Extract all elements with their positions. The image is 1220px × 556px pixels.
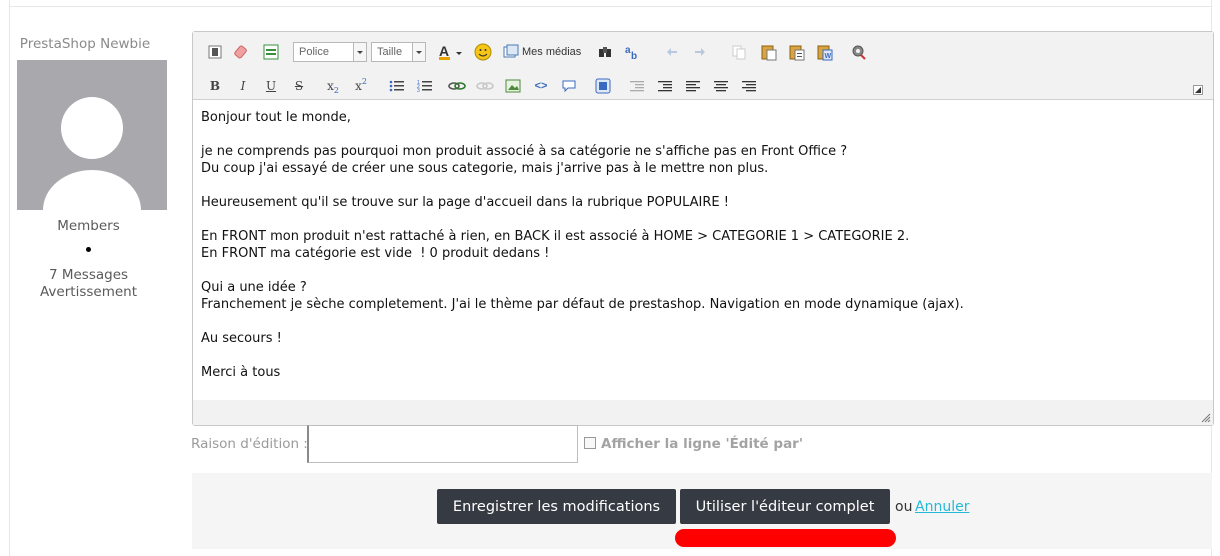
page-left-border [0,0,10,556]
media-button[interactable]: Mes médias [503,42,583,62]
bullet-list-icon[interactable] [387,76,407,96]
save-changes-button[interactable]: Enregistrer les modifications [437,489,676,524]
chevron-down-icon [353,43,366,61]
spoiler-icon[interactable] [593,76,613,96]
editor-line: je ne comprends pas pourquoi mon produit… [201,144,848,159]
copy-icon[interactable] [729,42,749,62]
or-text: ou [895,499,913,515]
align-center-icon[interactable] [711,76,731,96]
italic-icon[interactable]: I [233,76,253,96]
undo-icon[interactable] [663,42,683,62]
font-family-select[interactable]: Police [293,42,367,62]
user-messages-count: 7 Messages [48,267,129,283]
editor-line: Heureusement qu'il se trouve sur la page… [201,195,729,210]
settings-icon[interactable] [849,42,869,62]
editor-line: Merci à tous [201,365,281,380]
template-icon[interactable] [261,42,281,62]
align-left-icon[interactable] [683,76,703,96]
indent-icon[interactable] [627,76,647,96]
svg-text:A: A [439,43,449,59]
cancel-link[interactable]: Annuler [915,499,969,515]
show-edited-option[interactable]: Afficher la ligne 'Édité par' [584,436,803,452]
unlink-icon[interactable] [475,76,495,96]
align-right-icon[interactable] [739,76,759,96]
editor-line: Bonjour tout le monde, [201,110,351,125]
font-family-value: Police [299,46,329,58]
editor-line: Qui a une idée ? [201,280,307,295]
svg-text:3: 3 [417,88,420,93]
outdent-icon[interactable] [655,76,675,96]
strikethrough-icon[interactable]: S [289,76,309,96]
editor-line: Au secours ! [201,331,282,346]
avatar-body-shape [43,170,141,210]
show-edited-checkbox[interactable] [584,437,596,449]
eraser-icon[interactable] [231,42,251,62]
user-panel: PrestaShop Newbie Members 7 Messages Ave… [10,30,167,301]
bold-icon[interactable]: B [205,76,225,96]
edit-reason-label: Raison d'édition : [191,436,308,452]
redo-icon[interactable] [689,42,709,62]
top-divider [9,0,1212,7]
user-group: Members [57,218,120,234]
superscript-icon[interactable]: x2 [351,76,371,96]
resize-handle-icon[interactable] [1201,413,1211,423]
font-color-icon[interactable]: A [437,42,465,62]
avatar-head-shape [61,97,123,159]
editor-line: Franchement je sèche completement. J'ai … [201,297,964,312]
image-icon[interactable] [503,76,523,96]
spellcheck-icon[interactable]: ab [623,42,643,62]
svg-text:W: W [825,53,832,60]
toolbar-collapse-icon[interactable] [1191,80,1205,100]
editor-content-area[interactable]: Bonjour tout le monde, je ne comprends p… [193,100,1213,400]
editor-line: En FRONT mon produit n'est rattaché à ri… [201,229,910,244]
underline-icon[interactable]: U [261,76,281,96]
paste-icon[interactable] [759,42,779,62]
font-size-select[interactable]: Taille [371,42,426,62]
media-icon [503,44,519,58]
rich-text-editor: Police Taille A Mes médias ab W B I U S … [192,31,1214,426]
username[interactable]: PrestaShop Newbie [10,36,160,52]
user-warning: Avertissement [39,284,137,300]
media-label: Mes médias [522,46,582,58]
emoticon-icon[interactable] [473,42,493,62]
editor-footer [193,400,1213,425]
source-icon[interactable] [205,42,225,62]
chevron-down-icon [412,43,425,61]
edit-reason-input[interactable] [307,425,578,463]
editor-line: En FRONT ma catégorie est vide ! 0 produ… [201,246,550,261]
highlight-annotation [675,529,896,547]
separator-bullet [85,247,91,252]
full-editor-button[interactable]: Utiliser l'éditeur complet [680,489,890,524]
editor-toolbar: Police Taille A Mes médias ab W B I U S … [193,32,1213,100]
paste-text-icon[interactable] [787,42,807,62]
link-icon[interactable] [447,76,467,96]
numbered-list-icon[interactable]: 123 [415,76,435,96]
show-edited-label[interactable]: Afficher la ligne 'Édité par' [601,436,803,452]
editor-line: Du coup j'ai essayé de créer une sous ca… [201,161,769,176]
paste-word-icon[interactable]: W [815,42,835,62]
code-icon[interactable]: <> [531,76,551,96]
quote-icon[interactable] [559,76,579,96]
font-size-value: Taille [377,46,403,58]
subscript-icon[interactable]: x2 [323,76,343,96]
avatar[interactable] [17,60,167,210]
svg-text:b: b [631,51,637,61]
find-icon[interactable] [595,42,615,62]
